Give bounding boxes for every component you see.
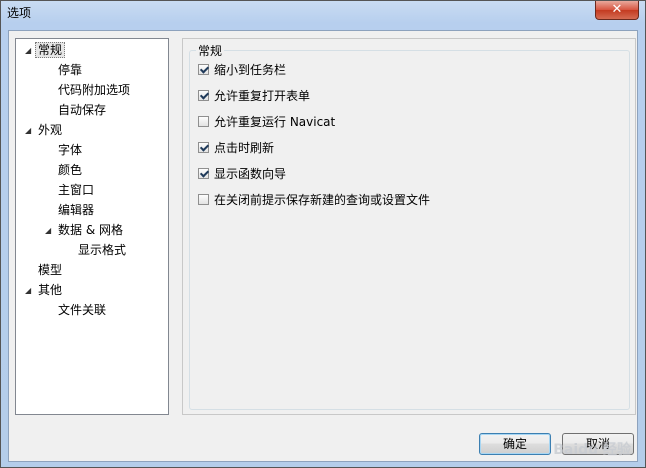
option-minimize-to-tray[interactable]: 缩小到任务栏 <box>198 63 286 79</box>
tree-item-appearance[interactable]: ◢ 外观 <box>25 121 62 140</box>
tree-item-general[interactable]: ◢ 常规 <box>25 41 66 60</box>
checkbox-checked[interactable] <box>198 90 209 101</box>
group-title: 常规 <box>196 42 225 59</box>
expanded-arrow-icon[interactable]: ◢ <box>25 121 31 140</box>
tree-item-display-format[interactable]: 显示格式 <box>78 241 126 260</box>
options-dialog: 选项 ✕ ◢ 常规 停靠 代码附加选项 自动保存 ◢ 外观 字体 颜色 主窗口 … <box>0 0 646 468</box>
option-prompt-save-before-close[interactable]: 在关闭前提示保存新建的查询或设置文件 <box>198 193 430 209</box>
option-allow-multiple-instances[interactable]: 允许重复运行 Navicat <box>198 115 335 131</box>
option-refresh-on-click[interactable]: 点击时刷新 <box>198 141 274 157</box>
option-show-function-wizard[interactable]: 显示函数向导 <box>198 167 286 183</box>
checkbox-unchecked[interactable] <box>198 194 209 205</box>
tree-item-autosave[interactable]: 自动保存 <box>58 101 106 120</box>
ok-button[interactable]: 确定 <box>479 433 551 455</box>
tree-item-color[interactable]: 颜色 <box>58 161 82 180</box>
checkbox-checked[interactable] <box>198 168 209 179</box>
checkbox-checked[interactable] <box>198 64 209 75</box>
settings-panel: 常规 缩小到任务栏 允许重复打开表单 允许重复运行 Navicat 点击时刷新 … <box>182 38 636 415</box>
tree-item-data-grid[interactable]: ◢ 数据 & 网格 <box>45 221 123 240</box>
tree-item-file-association[interactable]: 文件关联 <box>58 301 106 320</box>
dialog-body: ◢ 常规 停靠 代码附加选项 自动保存 ◢ 外观 字体 颜色 主窗口 编辑器 ◢… <box>8 30 638 462</box>
checkbox-unchecked[interactable] <box>198 116 209 127</box>
option-allow-multiple-forms[interactable]: 允许重复打开表单 <box>198 89 310 105</box>
tree-item-editor[interactable]: 编辑器 <box>58 201 94 220</box>
tree-item-other[interactable]: ◢ 其他 <box>25 281 62 300</box>
expanded-arrow-icon[interactable]: ◢ <box>25 41 31 60</box>
expanded-arrow-icon[interactable]: ◢ <box>25 281 31 300</box>
close-button[interactable]: ✕ <box>595 1 639 20</box>
tree-item-model[interactable]: 模型 <box>38 261 62 280</box>
watermark-logo: Baidu 经验 <box>553 442 631 458</box>
title-bar[interactable]: 选项 ✕ <box>1 1 645 23</box>
checkbox-checked[interactable] <box>198 142 209 153</box>
options-tree: ◢ 常规 停靠 代码附加选项 自动保存 ◢ 外观 字体 颜色 主窗口 编辑器 ◢… <box>15 38 169 415</box>
expanded-arrow-icon[interactable]: ◢ <box>45 221 51 240</box>
tree-item-font[interactable]: 字体 <box>58 141 82 160</box>
tree-item-main-window[interactable]: 主窗口 <box>58 181 94 200</box>
tree-item-docking[interactable]: 停靠 <box>58 61 82 80</box>
general-group: 常规 缩小到任务栏 允许重复打开表单 允许重复运行 Navicat 点击时刷新 … <box>189 42 630 410</box>
window-title: 选项 <box>7 6 32 20</box>
tree-item-code-options[interactable]: 代码附加选项 <box>58 81 130 100</box>
